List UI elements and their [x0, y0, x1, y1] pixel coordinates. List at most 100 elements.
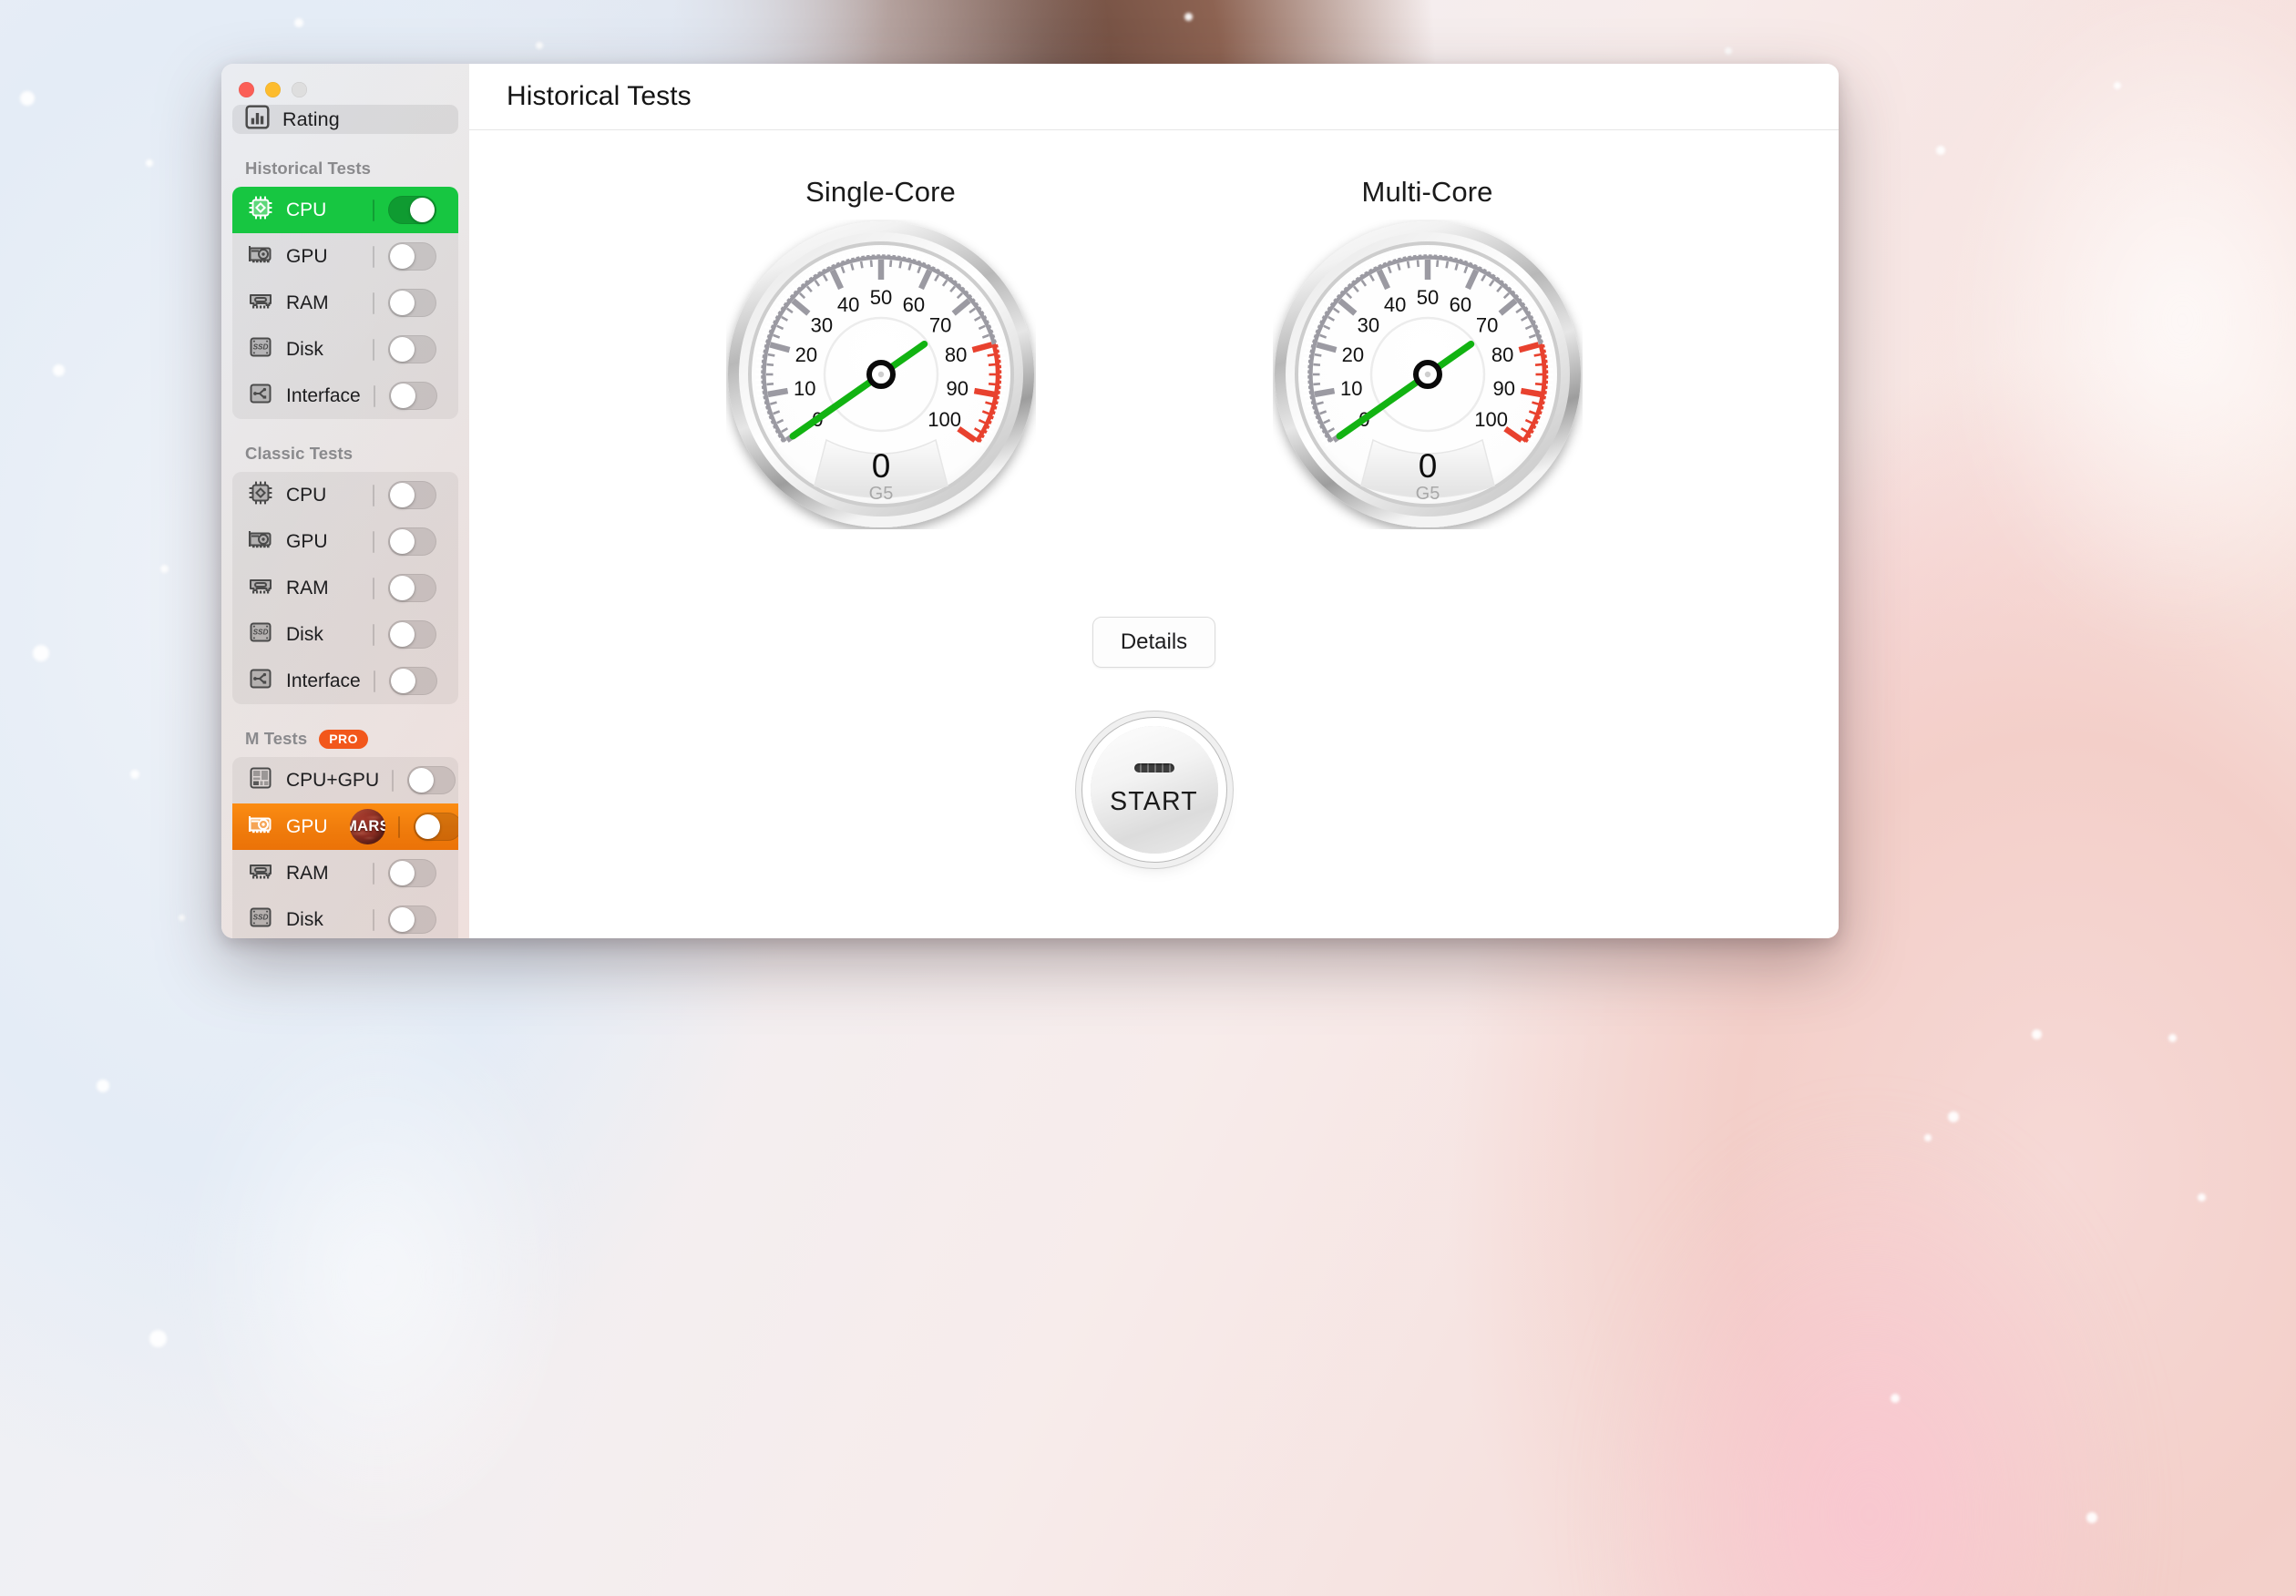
- toggle-switch[interactable]: [388, 382, 437, 410]
- gauge-tick-label: 60: [1449, 293, 1471, 316]
- sidebar-item-ram[interactable]: RAM: [232, 850, 458, 896]
- gauge-tick-label: 80: [1491, 343, 1512, 366]
- bokeh-dot: [179, 915, 185, 921]
- sidebar-item-disk[interactable]: SSD Disk: [232, 326, 458, 373]
- toggle-switch[interactable]: [388, 335, 436, 363]
- ssd-icon: SSD: [248, 905, 273, 935]
- toggle-switch[interactable]: [388, 859, 436, 887]
- gauge-cell: Multi-Core 01020304050607080901000G5: [1200, 176, 1655, 529]
- close-button[interactable]: [239, 82, 254, 97]
- sidebar-item-cpu[interactable]: CPU: [232, 472, 458, 518]
- cpu-icon: [248, 480, 273, 510]
- bokeh-dot: [1891, 1394, 1900, 1403]
- sidebar-item-controls: [373, 905, 458, 934]
- gauge-tick-label: 30: [810, 313, 832, 336]
- sidebar-item-controls: [373, 335, 458, 363]
- toggle-switch[interactable]: [388, 905, 436, 934]
- bokeh-dot: [20, 91, 35, 106]
- gauge-group: Single-Core 01020304050607080901000G5Mul…: [469, 130, 1839, 529]
- toggle-switch[interactable]: [388, 481, 436, 509]
- divider: [373, 862, 374, 885]
- toggle-knob: [390, 907, 415, 932]
- gauge-tick-label: 90: [946, 377, 968, 400]
- sidebar-item-interface[interactable]: Interface: [232, 373, 458, 419]
- gauge-tick-label: 50: [869, 286, 891, 309]
- toggle-switch[interactable]: [388, 574, 436, 602]
- ram-icon: [248, 858, 273, 888]
- sidebar-item-ram[interactable]: RAM: [232, 565, 458, 611]
- toggle-switch[interactable]: [413, 813, 458, 841]
- content-stage: Single-Core 01020304050607080901000G5Mul…: [469, 130, 1839, 938]
- gauge-tick-label: 40: [836, 293, 858, 316]
- sidebar-item-cpu-gpu[interactable]: CPU+GPU: [232, 757, 458, 803]
- toggle-switch[interactable]: [388, 196, 436, 224]
- toggle-knob: [390, 529, 415, 554]
- divider: [373, 292, 374, 314]
- sidebar-item-label: Disk: [286, 623, 323, 645]
- ram-icon: [248, 573, 273, 603]
- bokeh-dot: [149, 1330, 167, 1347]
- content-titlebar: Historical Tests: [469, 64, 1839, 130]
- sidebar: Rating Historical Tests CPU GPU RAM SSD …: [221, 64, 469, 938]
- ssd-icon: SSD: [248, 334, 273, 364]
- divider: [373, 484, 374, 506]
- sidebar-section-header: M Tests PRO: [221, 704, 469, 757]
- divider: [373, 623, 374, 646]
- bokeh-dot: [130, 770, 139, 779]
- divider: [397, 815, 400, 838]
- minimize-button[interactable]: [265, 82, 281, 97]
- start-button[interactable]: START: [1090, 726, 1218, 854]
- toggle-switch[interactable]: [388, 289, 436, 317]
- toggle-switch[interactable]: [388, 527, 436, 556]
- bokeh-dot: [33, 645, 49, 661]
- toggle-switch[interactable]: [388, 667, 437, 695]
- svg-text:SSD: SSD: [253, 914, 269, 922]
- bokeh-dot: [2198, 1193, 2206, 1202]
- sidebar-item-gpu[interactable]: GPU: [232, 518, 458, 565]
- details-button[interactable]: Details: [1092, 617, 1216, 668]
- sidebar-item-label: RAM: [286, 292, 329, 313]
- gauge-title: Single-Core: [805, 176, 956, 208]
- sidebar-item-interface[interactable]: Interface: [232, 658, 458, 704]
- sidebar-item-controls: [373, 242, 458, 271]
- sidebar-item-ram[interactable]: RAM: [232, 280, 458, 326]
- sidebar-section-group: CPU+GPU GPUMARS RAM SSD Disk Interface: [232, 757, 458, 938]
- sidebar-item-controls: [373, 667, 458, 695]
- details-button-wrap: Details: [469, 617, 1839, 668]
- divider: [373, 384, 375, 407]
- toggle-knob: [415, 814, 440, 839]
- gauge-tick-label: 70: [928, 313, 950, 336]
- sidebar-item-label: Interface: [286, 670, 361, 691]
- ram-icon: [248, 288, 273, 318]
- divider: [392, 769, 395, 792]
- bokeh-dot: [2168, 1034, 2177, 1042]
- toggle-knob: [390, 576, 415, 600]
- gauge-tick-label: 40: [1383, 293, 1405, 316]
- zoom-button[interactable]: [292, 82, 307, 97]
- sidebar-item-label: GPU: [286, 815, 328, 837]
- bokeh-dot: [536, 42, 543, 49]
- sidebar-item-disk[interactable]: SSD Disk: [232, 611, 458, 658]
- sidebar-item-gpu[interactable]: GPU: [232, 233, 458, 280]
- gauge-value: 0: [1418, 447, 1437, 485]
- toggle-knob: [390, 291, 415, 315]
- divider: [373, 245, 374, 268]
- bar-chart-icon: [245, 105, 270, 134]
- gauge-dial: 01020304050607080901000G5: [727, 221, 1034, 527]
- content-area: Historical Tests Single-Core 01020304050…: [469, 64, 1839, 938]
- toggle-knob: [390, 337, 415, 362]
- sidebar-item-rating[interactable]: Rating: [232, 105, 458, 134]
- toggle-switch[interactable]: [388, 242, 436, 271]
- sidebar-item-gpu[interactable]: GPU MARS: [232, 803, 458, 850]
- gauge-title: Multi-Core: [1361, 176, 1493, 208]
- sidebar-item-disk[interactable]: SSD Disk: [232, 896, 458, 938]
- cpu-icon: [248, 195, 273, 225]
- toggle-switch[interactable]: [388, 620, 436, 649]
- sidebar-section-title: Classic Tests: [245, 444, 354, 463]
- sidebar-item-label: RAM: [286, 577, 329, 598]
- sidebar-item-label: GPU: [286, 530, 328, 552]
- gpu-icon: [248, 527, 273, 557]
- toggle-switch[interactable]: [407, 766, 456, 794]
- bokeh-dot: [146, 159, 153, 167]
- sidebar-item-cpu[interactable]: CPU: [232, 187, 458, 233]
